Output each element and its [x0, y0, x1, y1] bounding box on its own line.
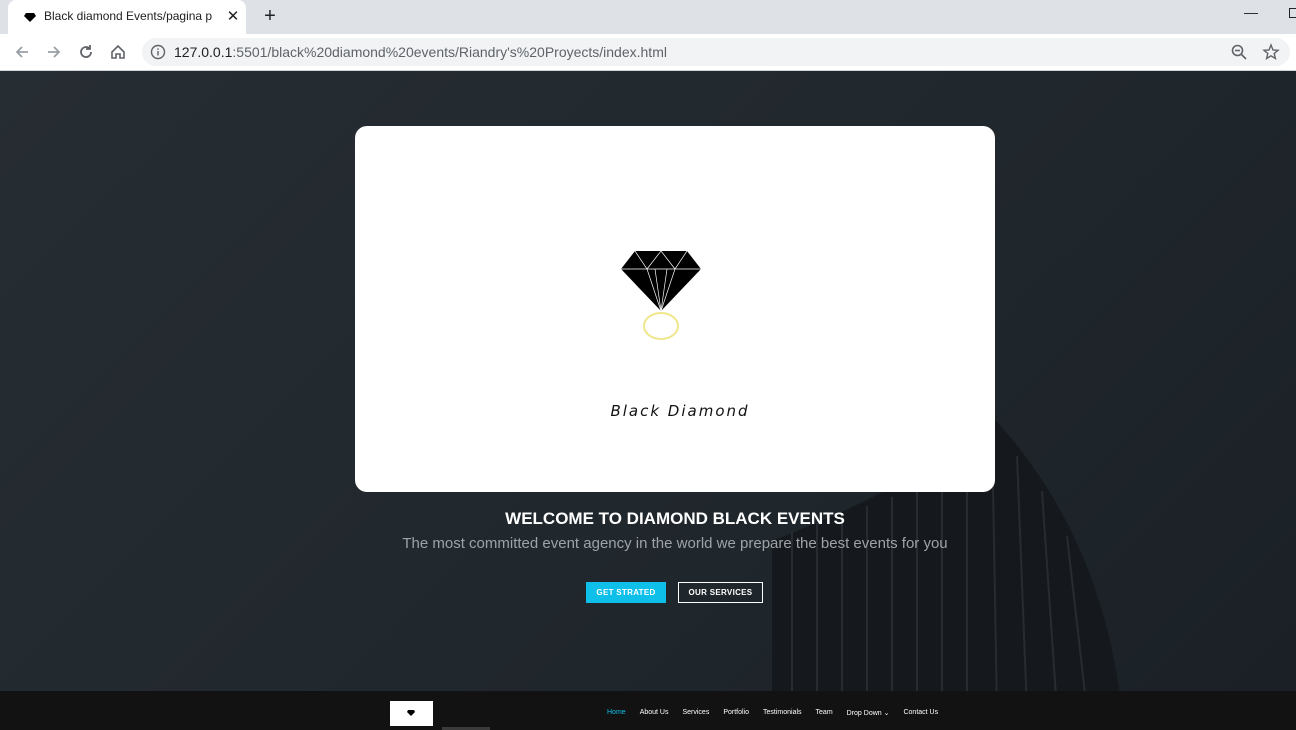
star-icon[interactable] — [1262, 43, 1280, 61]
nav-item-portfolio[interactable]: Portfolio — [723, 709, 749, 717]
maximize-window-button[interactable] — [1289, 8, 1296, 18]
minimize-window-button[interactable]: — — [1242, 4, 1260, 24]
brand-text: Black Diamond — [610, 402, 750, 420]
nav-item-services[interactable]: Services — [682, 709, 709, 717]
hero-tagline: The most committed event agency in the w… — [402, 535, 948, 552]
diamond-icon — [407, 710, 415, 716]
browser-tab-bar: Black diamond Events/pagina principal ✕ … — [0, 0, 1296, 34]
browser-toolbar: 127.0.0.1:5501/black%20diamond%20events/… — [0, 34, 1296, 71]
welcome-title: WELCOME TO DIAMOND BLACK EVENTS — [505, 509, 845, 528]
forward-button[interactable] — [42, 40, 66, 64]
info-icon[interactable] — [150, 44, 166, 60]
navbar-logo[interactable] — [390, 701, 433, 726]
logo-card: Black Diamond — [355, 126, 995, 492]
site-navbar: Home About Us Services Portfolio Testimo… — [0, 691, 1296, 730]
our-services-button[interactable]: OUR SERVICES — [678, 582, 763, 603]
diamond-favicon-icon — [22, 9, 38, 25]
back-button[interactable] — [10, 40, 34, 64]
browser-tab[interactable]: Black diamond Events/pagina principal ✕ — [8, 0, 246, 34]
hero-section: Black Diamond WELCOME TO DIAMOND BLACK E… — [0, 71, 1296, 691]
url-host: 127.0.0.1 — [174, 44, 233, 60]
zoom-out-icon[interactable] — [1230, 43, 1248, 61]
home-icon — [111, 44, 125, 59]
reload-icon — [80, 45, 92, 58]
arrow-right-icon — [48, 46, 61, 58]
nav-item-testimonials[interactable]: Testimonials — [763, 709, 802, 717]
arrow-left-icon — [15, 46, 28, 58]
get-started-button[interactable]: GET STRATED — [586, 582, 666, 603]
url-path: :5501/black%20diamond%20events/Riandry's… — [232, 44, 667, 60]
nav-item-team[interactable]: Team — [816, 709, 833, 717]
nav-item-about-us[interactable]: About Us — [640, 709, 669, 717]
new-tab-button[interactable]: + — [258, 6, 282, 28]
nav-item-home[interactable]: Home — [607, 709, 626, 717]
home-button[interactable] — [106, 40, 130, 64]
tab-title: Black diamond Events/pagina principal — [44, 9, 212, 23]
close-tab-icon[interactable]: ✕ — [224, 8, 242, 26]
nav-item-contact-us[interactable]: Contact Us — [903, 709, 938, 717]
black-diamond-logo — [621, 251, 701, 340]
url-text[interactable]: 127.0.0.1:5501/black%20diamond%20events/… — [174, 44, 667, 60]
navbar-menu: Home About Us Services Portfolio Testimo… — [607, 709, 952, 717]
reload-button[interactable] — [74, 40, 98, 64]
address-bar[interactable]: 127.0.0.1:5501/black%20diamond%20events/… — [142, 38, 1290, 66]
nav-item-drop-down[interactable]: Drop Down ⌄ — [847, 709, 890, 717]
